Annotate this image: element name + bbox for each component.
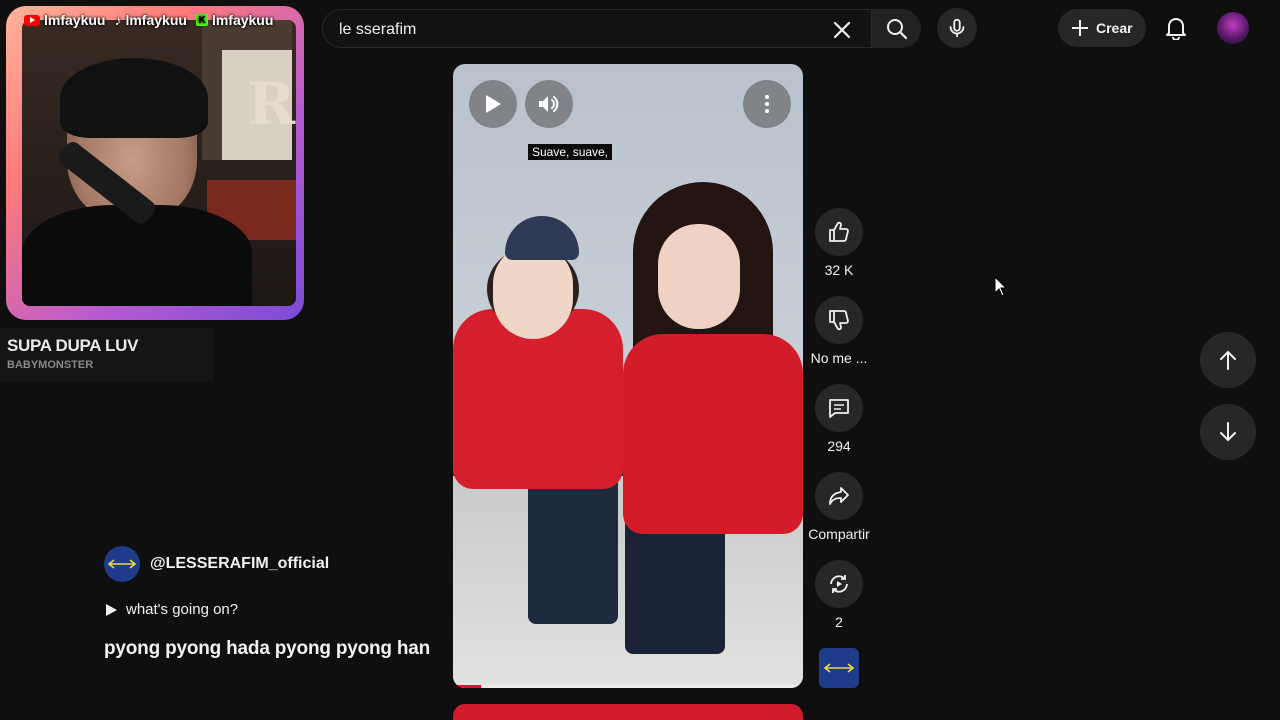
social-handles: lmfaykuu ♪ lmfaykuu K lmfaykuu [24, 12, 273, 28]
next-video-preview[interactable] [453, 704, 803, 720]
thumb-down-icon [829, 310, 849, 331]
remix-count: 2 [835, 614, 843, 630]
streamer-hair [60, 58, 208, 138]
clear-search-button[interactable] [828, 16, 856, 44]
share-button[interactable] [815, 472, 863, 520]
search-input[interactable]: le sserafim [339, 21, 416, 39]
streamer-cam: R [6, 6, 304, 320]
social-handle: lmfaykuu [44, 12, 106, 28]
voice-search-button[interactable] [937, 8, 977, 48]
like-count: 32 K [824, 262, 854, 278]
comments-action[interactable]: 294 [794, 384, 884, 454]
sound-logo-icon [824, 663, 854, 673]
next-short-button[interactable] [1200, 404, 1256, 460]
cursor-icon [994, 276, 1008, 297]
progress-bar[interactable] [453, 685, 803, 688]
remix-icon [830, 575, 848, 593]
create-label: Crear [1096, 20, 1133, 36]
more-vert-icon [765, 95, 769, 113]
social-tiktok: ♪ lmfaykuu [114, 12, 186, 28]
share-label: Compartir [808, 526, 870, 542]
channel-logo-icon [108, 559, 136, 569]
dislike-action[interactable]: No me ... [794, 296, 884, 366]
arrow-down-icon [1220, 422, 1236, 442]
like-action[interactable]: 32 K [794, 208, 884, 278]
plus-icon [1072, 20, 1088, 36]
arrow-up-icon [1220, 350, 1236, 370]
dislike-label: No me ... [810, 350, 868, 366]
mic-icon [949, 18, 965, 38]
previous-short-button[interactable] [1200, 332, 1256, 388]
stream-caption: pyong pyong hada pyong pyong han [104, 638, 431, 659]
youtube-icon [24, 14, 40, 26]
person-2-face [658, 224, 740, 329]
channel-info[interactable]: @LESSERAFIM_official [104, 546, 329, 582]
person-1-pants [528, 474, 618, 624]
share-action[interactable]: Compartir [794, 472, 884, 542]
progress-fill [453, 685, 481, 688]
share-icon [829, 487, 849, 505]
search-box[interactable]: le sserafim [322, 9, 921, 48]
search-icon [886, 18, 907, 39]
person-1-cap [505, 216, 579, 260]
play-icon [486, 95, 501, 113]
create-button[interactable]: Crear [1058, 9, 1146, 47]
description-text: what's going on? [126, 601, 239, 618]
kick-icon: K [195, 14, 208, 26]
thumb-up-icon [829, 221, 849, 242]
social-handle: lmfaykuu [211, 12, 274, 28]
comment-count: 294 [827, 438, 851, 454]
short-video-player[interactable]: Suave, suave, [453, 64, 803, 688]
bell-icon [1166, 18, 1186, 40]
channel-name[interactable]: @LESSERAFIM_official [150, 555, 329, 573]
play-button[interactable] [469, 80, 517, 128]
song-title: SUPA DUPA LUV [7, 336, 139, 355]
tiktok-icon: ♪ [114, 12, 122, 28]
channel-avatar[interactable] [104, 546, 140, 582]
account-avatar[interactable] [1217, 12, 1249, 44]
like-button[interactable] [815, 208, 863, 256]
comments-button[interactable] [815, 384, 863, 432]
remix-action[interactable]: 2 [794, 560, 884, 630]
volume-icon [539, 96, 559, 112]
video-subtitle: Suave, suave, [528, 144, 613, 160]
sound-thumbnail[interactable] [819, 648, 859, 688]
comment-icon [829, 399, 849, 418]
more-options-button[interactable] [743, 80, 791, 128]
social-youtube: lmfaykuu [24, 12, 105, 28]
play-small-icon [106, 603, 117, 616]
social-kick: K lmfaykuu [195, 12, 274, 28]
volume-button[interactable] [525, 80, 573, 128]
now-playing-tag: SUPA DUPA LUV BABYMONSTER [0, 328, 213, 382]
short-description[interactable]: what's going on? [104, 601, 238, 618]
person-2-shirt [623, 334, 803, 534]
social-handle: lmfaykuu [125, 12, 187, 28]
notifications-button[interactable] [1160, 12, 1192, 44]
search-button[interactable] [871, 9, 921, 48]
remix-button[interactable] [815, 560, 863, 608]
song-artist: BABYMONSTER [7, 359, 94, 371]
dislike-button[interactable] [815, 296, 863, 344]
clear-icon [833, 21, 851, 39]
cam-video: R [22, 20, 296, 306]
cam-letter: R [247, 70, 296, 138]
